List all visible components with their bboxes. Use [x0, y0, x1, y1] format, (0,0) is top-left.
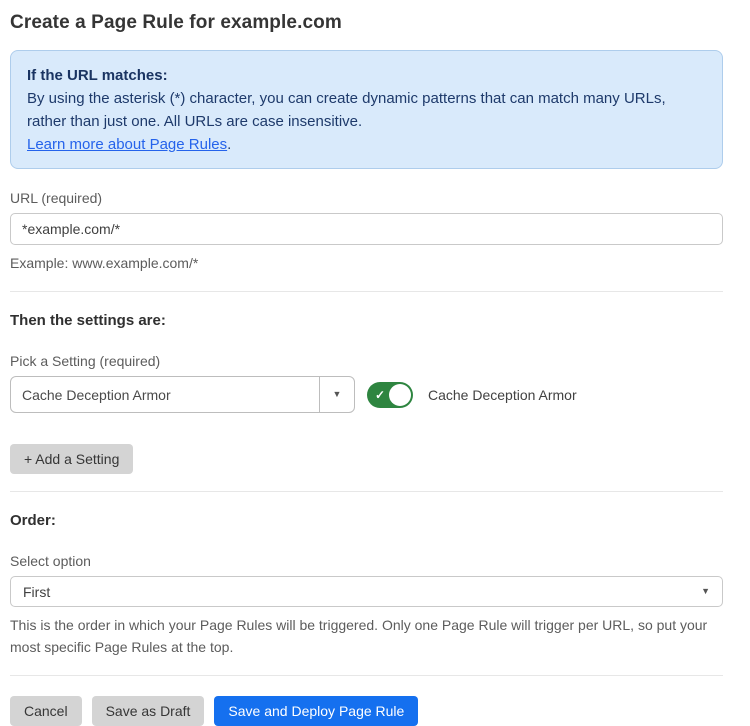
url-field-label: URL (required)	[10, 190, 723, 206]
link-suffix: .	[227, 136, 231, 153]
info-box-body: By using the asterisk (*) character, you…	[27, 87, 706, 133]
order-helper-text: This is the order in which your Page Rul…	[10, 614, 723, 658]
info-box-link-line: Learn more about Page Rules.	[27, 133, 706, 156]
save-as-draft-button[interactable]: Save as Draft	[92, 696, 205, 726]
order-select-label: Select option	[10, 553, 723, 569]
info-box-heading: If the URL matches:	[27, 64, 706, 87]
divider	[10, 291, 723, 292]
cancel-button[interactable]: Cancel	[10, 696, 82, 726]
toggle-knob	[389, 384, 411, 406]
url-input[interactable]	[10, 213, 723, 245]
setting-picker-label: Pick a Setting (required)	[10, 353, 723, 369]
save-and-deploy-button[interactable]: Save and Deploy Page Rule	[214, 696, 418, 726]
url-match-info-box: If the URL matches: By using the asteris…	[10, 50, 723, 169]
cache-deception-armor-toggle[interactable]: ✓	[367, 382, 413, 408]
setting-picker-row: Cache Deception Armor ▼ ✓ Cache Deceptio…	[10, 376, 723, 413]
url-field-block: URL (required) Example: www.example.com/…	[10, 190, 723, 274]
settings-section-heading: Then the settings are:	[10, 312, 723, 329]
setting-select[interactable]: Cache Deception Armor ▼	[10, 376, 355, 413]
toggle-label: Cache Deception Armor	[428, 387, 577, 403]
order-section-heading: Order:	[10, 512, 723, 529]
create-page-rule-form: Create a Page Rule for example.com If th…	[10, 0, 723, 726]
page-title: Create a Page Rule for example.com	[10, 12, 723, 34]
divider	[10, 491, 723, 492]
check-icon: ✓	[375, 388, 385, 402]
chevron-down-icon: ▼	[333, 390, 342, 399]
footer-actions: Cancel Save as Draft Save and Deploy Pag…	[10, 696, 723, 726]
url-field-helper: Example: www.example.com/*	[10, 252, 723, 274]
add-setting-button[interactable]: + Add a Setting	[10, 444, 133, 474]
chevron-down-icon: ▼	[701, 587, 710, 596]
order-select[interactable]: First ▼	[10, 576, 723, 607]
setting-select-arrow-button[interactable]: ▼	[319, 377, 354, 412]
learn-more-link[interactable]: Learn more about Page Rules	[27, 136, 227, 153]
setting-select-value: Cache Deception Armor	[11, 377, 319, 412]
divider	[10, 675, 723, 676]
order-select-value: First	[23, 584, 701, 600]
